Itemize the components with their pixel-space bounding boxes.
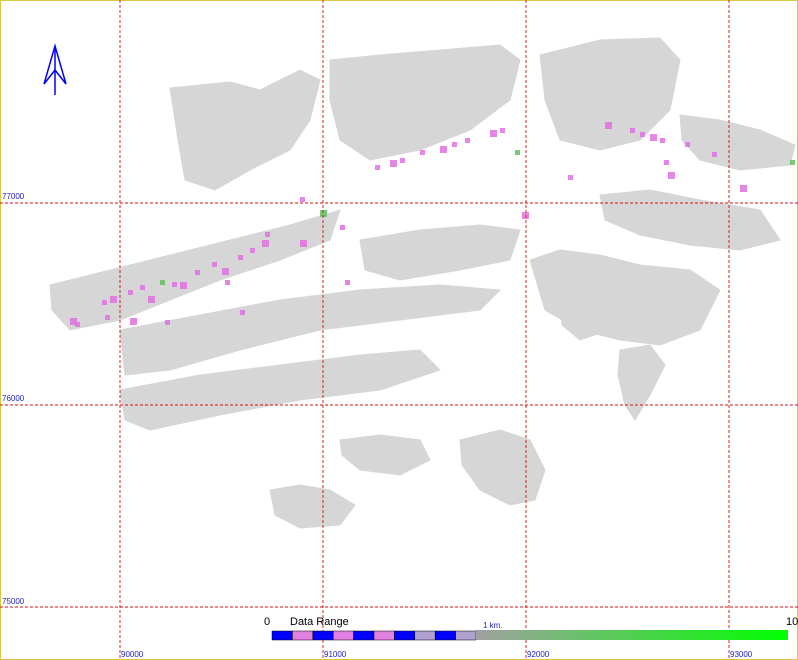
x-label-92000: 92000: [527, 650, 550, 659]
data-cell: [440, 146, 447, 153]
data-cell: [420, 150, 425, 155]
data-cell: [240, 310, 245, 315]
data-cell: [225, 280, 230, 285]
data-cell: [660, 138, 665, 143]
scale-bar-segment: [353, 630, 375, 641]
data-cell: [140, 285, 145, 290]
legend: 0 Data Range 1 km. 10: [264, 616, 798, 641]
scale-bar: [271, 630, 477, 641]
data-cell: [180, 282, 187, 289]
scale-bar-segment: [332, 630, 354, 641]
data-cell: [148, 296, 155, 303]
legend-title: Data Range: [290, 616, 349, 628]
data-cell: [262, 240, 269, 247]
data-cell: [640, 132, 645, 137]
data-cell: [490, 130, 497, 137]
data-cell: [222, 268, 229, 275]
scale-bar-segment: [455, 630, 477, 641]
data-cell: [712, 152, 717, 157]
scale-bar-segment: [312, 630, 334, 641]
data-cell: [300, 240, 307, 247]
data-cell: [172, 282, 177, 287]
data-cell: [522, 212, 529, 219]
data-cell: [300, 197, 305, 202]
y-label-75000: 75000: [2, 597, 25, 606]
scale-bar-segment: [414, 630, 436, 641]
data-cell: [75, 322, 80, 327]
data-cell: [515, 150, 520, 155]
data-cell: [685, 142, 690, 147]
data-cell: [452, 142, 457, 147]
data-cell: [568, 175, 573, 180]
x-label-90000: 90000: [121, 650, 144, 659]
north-arrow-icon: [43, 43, 67, 95]
data-cell: [110, 296, 117, 303]
data-cell: [390, 160, 397, 167]
data-cell: [320, 210, 327, 217]
data-cell: [250, 248, 255, 253]
data-cell: [105, 315, 110, 320]
data-cell: [212, 262, 217, 267]
data-cell: [345, 280, 350, 285]
data-cell: [340, 225, 345, 230]
data-cell: [375, 165, 380, 170]
map-canvas[interactable]: 77000 76000 75000 90000 91000 92000 9300…: [0, 0, 798, 660]
y-label-77000: 77000: [2, 192, 25, 201]
data-cell: [630, 128, 635, 133]
data-cell: [650, 134, 657, 141]
data-cell: [664, 160, 669, 165]
data-cell: [465, 138, 470, 143]
data-cell: [668, 172, 675, 179]
legend-min-label: 0: [264, 616, 270, 628]
legend-max-label: 10: [786, 616, 798, 628]
data-cell: [400, 158, 405, 163]
scale-bar-segment: [292, 630, 314, 641]
data-cell: [128, 290, 133, 295]
data-cell: [195, 270, 200, 275]
y-label-76000: 76000: [2, 394, 25, 403]
color-ramp: [476, 630, 788, 640]
data-cell: [500, 128, 505, 133]
scale-bar-segment: [434, 630, 456, 641]
x-label-93000: 93000: [730, 650, 753, 659]
scale-bar-label: 1 km.: [483, 621, 503, 630]
data-cell: [265, 232, 270, 237]
data-cell: [740, 185, 747, 192]
data-cell: [130, 318, 137, 325]
x-label-91000: 91000: [324, 650, 347, 659]
scale-bar-segment: [394, 630, 416, 641]
data-cell: [165, 320, 170, 325]
scale-bar-segment: [271, 630, 293, 641]
data-cell: [790, 160, 795, 165]
scale-bar-segment: [373, 630, 395, 641]
data-cell: [160, 280, 165, 285]
data-cell: [102, 300, 107, 305]
data-cell: [605, 122, 612, 129]
data-cell: [238, 255, 243, 260]
